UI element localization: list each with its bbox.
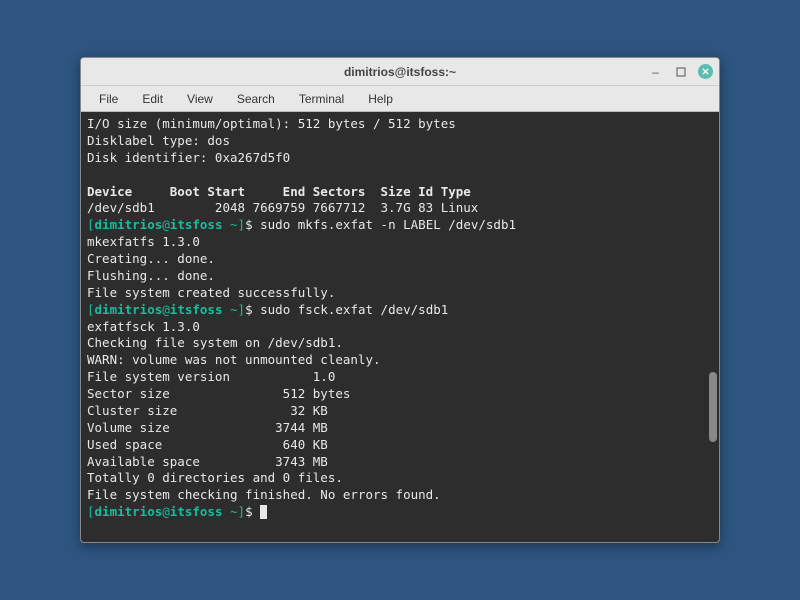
prompt-host: itsfoss: [170, 302, 223, 317]
output-header: Device Boot Start End Sectors Size Id Ty…: [87, 184, 713, 201]
titlebar-controls: –: [648, 64, 713, 79]
window-title: dimitrios@itsfoss:~: [344, 65, 456, 79]
maximize-button[interactable]: [673, 64, 688, 79]
prompt-path: ~: [230, 504, 238, 519]
output-line: Used space 640 KB: [87, 437, 713, 454]
close-button[interactable]: [698, 64, 713, 79]
output-line: WARN: volume was not unmounted cleanly.: [87, 352, 713, 369]
menu-file[interactable]: File: [89, 89, 128, 109]
prompt-user: dimitrios: [95, 504, 163, 519]
output-line: Sector size 512 bytes: [87, 386, 713, 403]
terminal-window: dimitrios@itsfoss:~ – File Edit View Sea…: [80, 57, 720, 543]
prompt-sigil: $: [245, 504, 253, 519]
output-line: mkexfatfs 1.3.0: [87, 234, 713, 251]
prompt-user: dimitrios: [95, 217, 163, 232]
output-line: Creating... done.: [87, 251, 713, 268]
menu-view[interactable]: View: [177, 89, 223, 109]
prompt-host: itsfoss: [170, 504, 223, 519]
output-line: File system created successfully.: [87, 285, 713, 302]
prompt-sigil: $: [245, 302, 253, 317]
menu-search[interactable]: Search: [227, 89, 285, 109]
prompt-sigil: $: [245, 217, 253, 232]
prompt-path: ~: [230, 302, 238, 317]
output-line: Disklabel type: dos: [87, 133, 713, 150]
menu-terminal[interactable]: Terminal: [289, 89, 354, 109]
prompt-host: itsfoss: [170, 217, 223, 232]
menu-edit[interactable]: Edit: [132, 89, 173, 109]
output-line: I/O size (minimum/optimal): 512 bytes / …: [87, 116, 713, 133]
command-text: sudo fsck.exfat /dev/sdb1: [253, 302, 449, 317]
output-line: Cluster size 32 KB: [87, 403, 713, 420]
prompt-line: [dimitrios@itsfoss ~]$: [87, 504, 713, 521]
prompt-path: ~: [230, 217, 238, 232]
output-line: File system checking finished. No errors…: [87, 487, 713, 504]
cursor: [260, 505, 267, 519]
scrollbar-thumb[interactable]: [709, 372, 717, 442]
output-line: File system version 1.0: [87, 369, 713, 386]
prompt-user: dimitrios: [95, 302, 163, 317]
output-line: Totally 0 directories and 0 files.: [87, 470, 713, 487]
prompt-line: [dimitrios@itsfoss ~]$ sudo mkfs.exfat -…: [87, 217, 713, 234]
titlebar[interactable]: dimitrios@itsfoss:~ –: [81, 58, 719, 86]
output-row: /dev/sdb1 2048 7669759 7667712 3.7G 83 L…: [87, 200, 713, 217]
minimize-button[interactable]: –: [648, 64, 663, 79]
menubar: File Edit View Search Terminal Help: [81, 86, 719, 112]
output-line: [87, 167, 713, 184]
output-line: Available space 3743 MB: [87, 454, 713, 471]
output-line: exfatfsck 1.3.0: [87, 319, 713, 336]
command-text: sudo mkfs.exfat -n LABEL /dev/sdb1: [253, 217, 516, 232]
output-line: Flushing... done.: [87, 268, 713, 285]
terminal-body[interactable]: I/O size (minimum/optimal): 512 bytes / …: [81, 112, 719, 542]
menu-help[interactable]: Help: [358, 89, 403, 109]
prompt-line: [dimitrios@itsfoss ~]$ sudo fsck.exfat /…: [87, 302, 713, 319]
output-line: Disk identifier: 0xa267d5f0: [87, 150, 713, 167]
output-line: Volume size 3744 MB: [87, 420, 713, 437]
output-line: Checking file system on /dev/sdb1.: [87, 335, 713, 352]
